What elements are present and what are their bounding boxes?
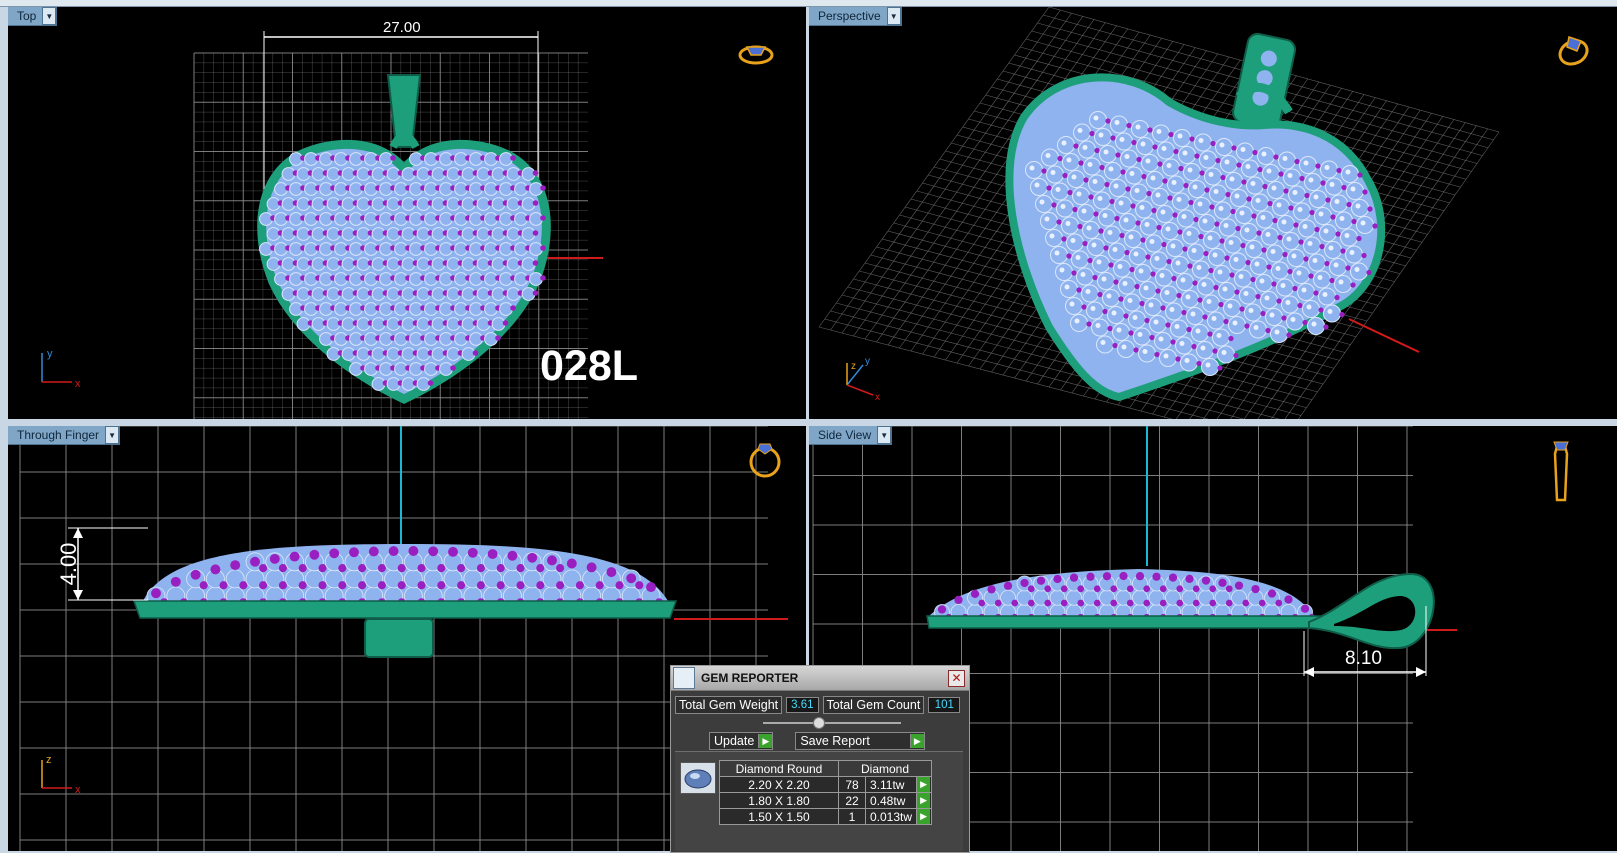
gem-count: 78 <box>838 776 866 793</box>
axis-z-label: z <box>851 361 856 372</box>
ring-front-icon[interactable] <box>749 443 781 478</box>
x-axis-line <box>1348 318 1420 353</box>
axis-y-label: y <box>47 348 53 360</box>
play-arrow-icon[interactable]: ▶ <box>917 809 931 824</box>
round-diamond-icon <box>680 762 716 794</box>
axis-x-line <box>846 384 874 396</box>
gem-weight: 0.013tw <box>864 808 918 825</box>
play-arrow-icon[interactable]: ▶ <box>917 793 931 808</box>
viewport-finger-label: Through Finger <box>17 428 100 442</box>
dimension-height-label: 4.00 <box>56 543 81 586</box>
viewport-perspective-label: Perspective <box>818 9 881 23</box>
top-view-canvas: y x <box>41 31 774 419</box>
base-plate <box>132 600 678 619</box>
viewport-menu-dropdown[interactable]: ▼ <box>42 7 57 25</box>
splitter-handle[interactable] <box>813 717 825 729</box>
gem-size: 2.20 X 2.20 <box>719 776 839 793</box>
save-report-label: Save Report <box>800 734 870 748</box>
axis-y-label: y <box>865 356 870 367</box>
gem-table-area: Diamond Round Diamond 2.20 X 2.20 78 3.1… <box>675 751 963 851</box>
gem-reporter-title: GEM REPORTER <box>701 671 799 685</box>
dimension-bail-label: 8.10 <box>1345 648 1382 669</box>
table-row: 2.20 X 2.20 78 3.11tw ▶ <box>719 776 933 793</box>
gem-weight: 3.11tw <box>864 776 918 793</box>
axis-x-label: x <box>75 784 81 796</box>
table-row: 1.80 X 1.80 22 0.48tw ▶ <box>719 792 933 809</box>
perspective-bail <box>1232 32 1297 130</box>
column-header-shape: Diamond Round <box>719 760 839 777</box>
viewport-top[interactable]: Top ▼ y x 27.00 028L <box>8 7 806 419</box>
column-header-material: Diamond <box>837 760 933 777</box>
side-plate <box>926 615 1340 629</box>
splitter-track <box>763 722 901 724</box>
play-arrow-icon[interactable]: ▶ <box>917 777 931 792</box>
perspective-view-canvas: y z x <box>818 7 1591 419</box>
gem-count: 22 <box>838 792 866 809</box>
viewport-finger-tab[interactable]: Through Finger ▼ <box>8 426 121 445</box>
table-row: 1.50 X 1.50 1 0.013tw ▶ <box>719 808 933 825</box>
viewport-side-tab[interactable]: Side View ▼ <box>809 426 893 445</box>
gem-reporter-panel[interactable]: GEM REPORTER ✕ Total Gem Weight 3.61 Tot… <box>670 665 970 853</box>
play-arrow-icon[interactable]: ▶ <box>758 734 773 748</box>
ring-view-icon[interactable] <box>738 45 774 65</box>
bail-side <box>364 618 434 658</box>
update-button-label: Update <box>714 734 755 748</box>
viewport-menu-dropdown[interactable]: ▼ <box>877 426 892 444</box>
total-count-value: 101 <box>928 697 961 713</box>
gem-count: 1 <box>838 808 866 825</box>
viewport-perspective-tab[interactable]: Perspective ▼ <box>809 7 902 26</box>
axis-x-label: x <box>75 378 81 390</box>
total-weight-value: 3.61 <box>786 697 819 713</box>
ring-side-icon[interactable] <box>1553 441 1569 502</box>
total-weight-label: Total Gem Weight <box>675 696 783 714</box>
ring-view-icon[interactable] <box>1556 36 1591 69</box>
viewport-menu-dropdown[interactable]: ▼ <box>886 7 901 25</box>
close-button[interactable]: ✕ <box>948 670 965 687</box>
viewport-top-tab[interactable]: Top ▼ <box>8 7 58 26</box>
gem-weight: 0.48tw <box>864 792 918 809</box>
top-tabstrip <box>0 0 1617 7</box>
gem-reporter-app-icon <box>673 667 695 689</box>
model-code-label: 028L <box>540 342 639 390</box>
viewport-top-label: Top <box>17 9 37 23</box>
save-report-button[interactable]: Save Report ▶ <box>795 732 925 750</box>
gem-table: Diamond Round Diamond 2.20 X 2.20 78 3.1… <box>719 760 933 825</box>
viewport-perspective[interactable]: Perspective ▼ y z x <box>809 7 1617 419</box>
dimension-width-label: 27.00 <box>383 19 421 36</box>
gem-reporter-titlebar[interactable]: GEM REPORTER ✕ <box>671 666 969 691</box>
play-arrow-icon[interactable]: ▶ <box>909 734 924 748</box>
gem-size: 1.50 X 1.50 <box>719 808 839 825</box>
axis-x-label: x <box>875 392 880 403</box>
total-count-label: Total Gem Count <box>822 696 925 714</box>
axis-z-label: z <box>46 754 52 766</box>
viewport-menu-dropdown[interactable]: ▼ <box>105 426 120 444</box>
viewport-side-label: Side View <box>818 428 872 442</box>
update-button[interactable]: Update ▶ <box>709 732 774 750</box>
gem-size: 1.80 X 1.80 <box>719 792 839 809</box>
